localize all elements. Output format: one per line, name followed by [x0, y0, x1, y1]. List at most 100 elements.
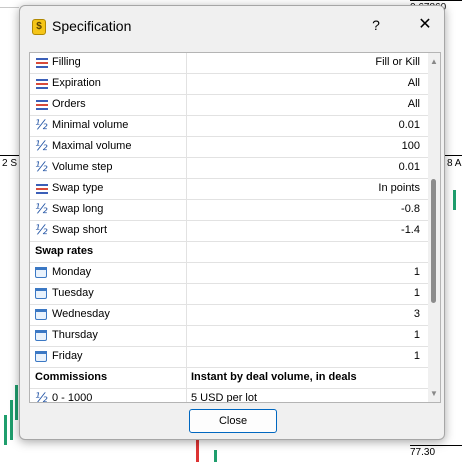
property-value: -1.4: [401, 224, 420, 236]
property-label: Monday: [52, 266, 92, 278]
table-row[interactable]: ½ Swap short -1.4: [30, 221, 428, 242]
table-row[interactable]: Filling Fill or Kill: [30, 53, 428, 74]
calendar-icon: [35, 351, 47, 362]
table-row[interactable]: Swap type In points: [30, 179, 428, 200]
chart-axis-line-right: [443, 155, 462, 156]
property-value: Instant by deal volume, in deals: [191, 371, 357, 383]
property-label: Tuesday: [52, 287, 94, 299]
chart-axis-line: [0, 155, 19, 156]
value-cell: 0.01: [187, 158, 428, 178]
property-cell: Swap rates: [30, 242, 187, 262]
table-row[interactable]: Friday 1: [30, 347, 428, 368]
chart-candle: [214, 450, 217, 462]
property-value: 1: [413, 266, 420, 278]
value-cell: 100: [187, 137, 428, 157]
property-label: Volume step: [52, 161, 113, 173]
property-cell: Orders: [30, 95, 187, 115]
property-cell: ½ Minimal volume: [30, 116, 187, 136]
property-label: 0 - 1000: [52, 392, 93, 403]
value-cell: 1: [187, 326, 428, 346]
dollar-icon: $: [32, 19, 46, 35]
price-label-bottom: 77.30: [410, 445, 462, 459]
table-row[interactable]: ½ Minimal volume 0.01: [30, 116, 428, 137]
list-icon: [35, 98, 49, 112]
value-cell: Instant by deal volume, in deals: [187, 368, 428, 388]
half-icon: ½: [35, 160, 48, 175]
table-row[interactable]: Orders All: [30, 95, 428, 116]
value-cell: 1: [187, 284, 428, 304]
chart-candle: [4, 415, 7, 445]
property-cell: ½ Volume step: [30, 158, 187, 178]
half-icon: ½: [35, 118, 48, 133]
value-cell: 1: [187, 263, 428, 283]
value-cell: All: [187, 74, 428, 94]
table-row[interactable]: ½ Swap long -0.8: [30, 200, 428, 221]
table-row[interactable]: Wednesday 3: [30, 305, 428, 326]
help-button[interactable]: ?: [366, 15, 386, 35]
value-cell: 5 USD per lot: [187, 389, 428, 402]
value-cell: 3: [187, 305, 428, 325]
section-header-row[interactable]: Commissions Instant by deal volume, in de…: [30, 368, 428, 389]
property-label: Swap type: [52, 182, 104, 194]
value-cell: [187, 242, 428, 262]
property-value: 1: [413, 329, 420, 341]
value-cell: In points: [187, 179, 428, 199]
property-label: Filling: [52, 56, 81, 68]
chart-gridline: [0, 7, 19, 8]
property-value: 1: [413, 350, 420, 362]
property-cell: Wednesday: [30, 305, 187, 325]
property-label: Orders: [52, 98, 86, 110]
chart-candle: [10, 400, 13, 440]
property-label: Commissions: [35, 371, 108, 383]
table-row[interactable]: ½ Volume step 0.01: [30, 158, 428, 179]
table-row[interactable]: ½ Maximal volume 100: [30, 137, 428, 158]
vertical-scrollbar[interactable]: ▲ ▼: [428, 53, 440, 402]
property-cell: Swap type: [30, 179, 187, 199]
value-cell: -1.4: [187, 221, 428, 241]
property-cell: Thursday: [30, 326, 187, 346]
table-row[interactable]: Tuesday 1: [30, 284, 428, 305]
chart-candle: [196, 440, 199, 462]
property-cell: ½ Swap long: [30, 200, 187, 220]
property-cell: Filling: [30, 53, 187, 73]
property-value: -0.8: [401, 203, 420, 215]
calendar-icon: [35, 288, 47, 299]
property-value: 100: [401, 140, 420, 152]
half-icon: ½: [35, 223, 48, 238]
property-label: Thursday: [52, 329, 98, 341]
table-row[interactable]: Expiration All: [30, 74, 428, 95]
property-label: Expiration: [52, 77, 101, 89]
specification-dialog: $ Specification ? ✕ Filling Fill or Kill E…: [19, 5, 445, 440]
close-button[interactable]: Close: [189, 409, 277, 433]
value-cell: 0.01: [187, 116, 428, 136]
time-axis-label-right: 8 A: [447, 158, 462, 169]
property-value: Fill or Kill: [375, 56, 420, 68]
property-cell: Friday: [30, 347, 187, 367]
chart-candle: [15, 385, 18, 420]
property-value: 1: [413, 287, 420, 299]
calendar-icon: [35, 267, 47, 278]
property-label: Swap short: [52, 224, 108, 236]
property-cell: Commissions: [30, 368, 187, 388]
property-cell: Tuesday: [30, 284, 187, 304]
scroll-down-icon[interactable]: ▼: [430, 389, 438, 398]
scroll-up-icon[interactable]: ▲: [430, 57, 438, 66]
property-value: All: [407, 98, 420, 110]
table-row[interactable]: Monday 1: [30, 263, 428, 284]
table-row[interactable]: ½ 0 - 1000 5 USD per lot: [30, 389, 428, 403]
dialog-titlebar[interactable]: $ Specification ? ✕: [20, 6, 444, 44]
property-label: Friday: [52, 350, 83, 362]
property-value: In points: [378, 182, 420, 194]
table-row[interactable]: Thursday 1: [30, 326, 428, 347]
property-value: 3: [413, 308, 420, 320]
property-label: Swap rates: [35, 245, 94, 257]
dialog-title: Specification: [52, 18, 132, 34]
property-cell: Expiration: [30, 74, 187, 94]
calendar-icon: [35, 309, 47, 320]
property-value: 0.01: [398, 119, 420, 131]
scrollbar-thumb[interactable]: [431, 179, 436, 303]
property-cell: ½ Maximal volume: [30, 137, 187, 157]
close-icon[interactable]: ✕: [413, 13, 437, 37]
specification-rows: Filling Fill or Kill Expiration All Orders Al…: [30, 53, 428, 403]
section-header-row[interactable]: Swap rates: [30, 242, 428, 263]
